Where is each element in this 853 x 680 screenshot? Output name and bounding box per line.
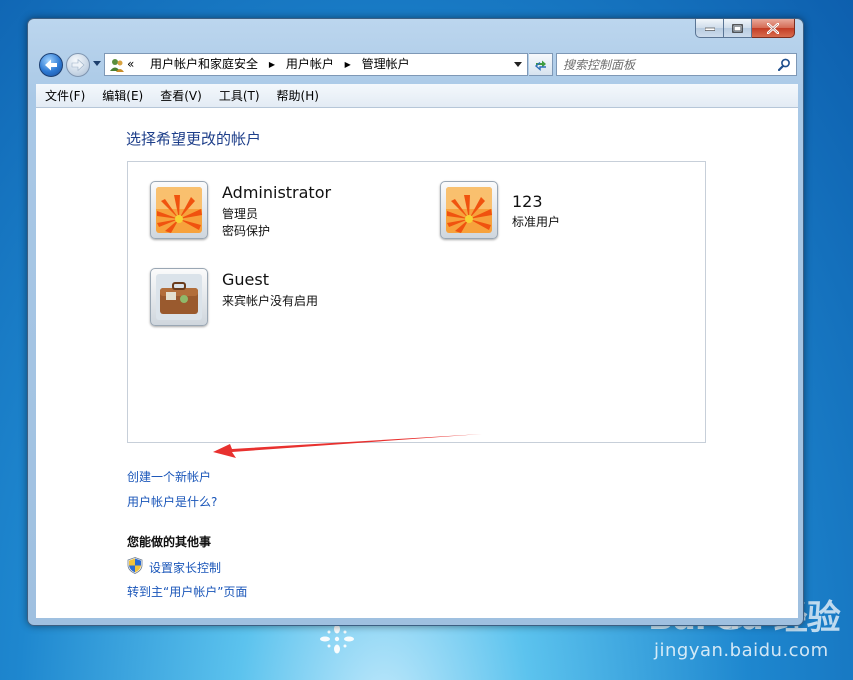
briefcase-picture-icon bbox=[156, 274, 202, 320]
users-icon bbox=[110, 59, 124, 72]
create-account-link[interactable]: 创建一个新帐户 bbox=[127, 468, 211, 485]
close-icon bbox=[767, 22, 779, 34]
back-arrow-icon bbox=[45, 59, 57, 71]
what-is-user-account-link[interactable]: 用户帐户是什么? bbox=[127, 493, 217, 510]
goto-user-accounts-link[interactable]: 转到主“用户帐户”页面 bbox=[127, 583, 247, 600]
account-administrator[interactable]: Administrator 管理员 密码保护 bbox=[150, 181, 390, 243]
breadcrumb-item-user-accounts[interactable]: 用户帐户 bbox=[286, 57, 334, 71]
other-tasks-heading: 您能做的其他事 bbox=[127, 535, 212, 549]
search-input[interactable] bbox=[563, 56, 768, 73]
breadcrumb-overflow[interactable]: « bbox=[127, 57, 134, 71]
account-avatar bbox=[440, 181, 498, 239]
search-icon[interactable] bbox=[778, 58, 791, 71]
orange-flower-picture-icon bbox=[156, 187, 202, 233]
control-panel-window: « 用户帐户和家庭安全 ▶ 用户帐户 ▶ 管理帐户 文件(F bbox=[27, 18, 804, 626]
account-avatar bbox=[150, 268, 208, 326]
refresh-icon bbox=[534, 60, 546, 71]
account-name: Guest bbox=[222, 270, 269, 289]
menu-tools[interactable]: 工具(T) bbox=[210, 85, 268, 107]
title-bar[interactable] bbox=[28, 19, 803, 49]
parental-controls-link[interactable]: 设置家长控制 bbox=[149, 559, 221, 576]
breadcrumb-item-manage-accounts[interactable]: 管理帐户 bbox=[362, 57, 410, 71]
account-123[interactable]: 123 标准用户 bbox=[440, 181, 680, 243]
minimize-button[interactable] bbox=[695, 19, 724, 38]
forward-arrow-icon bbox=[71, 58, 85, 72]
minimize-icon bbox=[704, 27, 715, 31]
refresh-button[interactable] bbox=[529, 53, 553, 76]
breadcrumb-item-family-safety[interactable]: 用户帐户和家庭安全 bbox=[150, 57, 258, 71]
account-name: Administrator bbox=[222, 183, 332, 202]
desktop-flower-icon bbox=[320, 624, 354, 654]
shield-icon bbox=[127, 557, 143, 574]
account-status: 密码保护 bbox=[222, 224, 271, 238]
menu-file[interactable]: 文件(F) bbox=[36, 85, 93, 107]
address-bar[interactable]: « 用户帐户和家庭安全 ▶ 用户帐户 ▶ 管理帐户 bbox=[104, 53, 528, 76]
menu-help[interactable]: 帮助(H) bbox=[268, 85, 327, 107]
account-guest[interactable]: Guest 来宾帐户没有启用 bbox=[150, 268, 390, 330]
watermark-url: jingyan.baidu.com bbox=[654, 640, 829, 661]
account-name: 123 bbox=[512, 192, 543, 211]
address-dropdown-icon[interactable] bbox=[514, 62, 522, 67]
search-box[interactable] bbox=[556, 53, 797, 76]
account-type: 管理员 bbox=[222, 207, 259, 221]
maximize-button[interactable] bbox=[724, 19, 752, 38]
breadcrumb-separator-icon[interactable]: ▶ bbox=[269, 54, 275, 75]
menu-bar: 文件(F) 编辑(E) 查看(V) 工具(T) 帮助(H) bbox=[36, 84, 798, 108]
close-button[interactable] bbox=[752, 19, 795, 38]
account-status: 来宾帐户没有启用 bbox=[222, 294, 319, 308]
menu-view[interactable]: 查看(V) bbox=[151, 85, 210, 107]
main-content: 选择希望更改的帐户 Administrator 管理员 密码保护 123 标准用… bbox=[36, 108, 798, 618]
maximize-icon bbox=[732, 23, 743, 33]
breadcrumb-separator-icon[interactable]: ▶ bbox=[345, 54, 351, 75]
breadcrumb: « 用户帐户和家庭安全 ▶ 用户帐户 ▶ 管理帐户 bbox=[127, 54, 410, 75]
orange-flower-picture-icon bbox=[446, 187, 492, 233]
recent-pages-dropdown-icon[interactable] bbox=[93, 61, 101, 67]
page-title: 选择希望更改的帐户 bbox=[126, 130, 262, 148]
account-type: 标准用户 bbox=[512, 215, 561, 229]
accounts-panel: Administrator 管理员 密码保护 123 标准用户 Guest 来宾… bbox=[127, 161, 706, 443]
forward-button[interactable] bbox=[66, 53, 90, 77]
back-button[interactable] bbox=[39, 53, 63, 77]
menu-edit[interactable]: 编辑(E) bbox=[93, 85, 151, 107]
address-row: « 用户帐户和家庭安全 ▶ 用户帐户 ▶ 管理帐户 bbox=[36, 51, 797, 79]
account-avatar bbox=[150, 181, 208, 239]
